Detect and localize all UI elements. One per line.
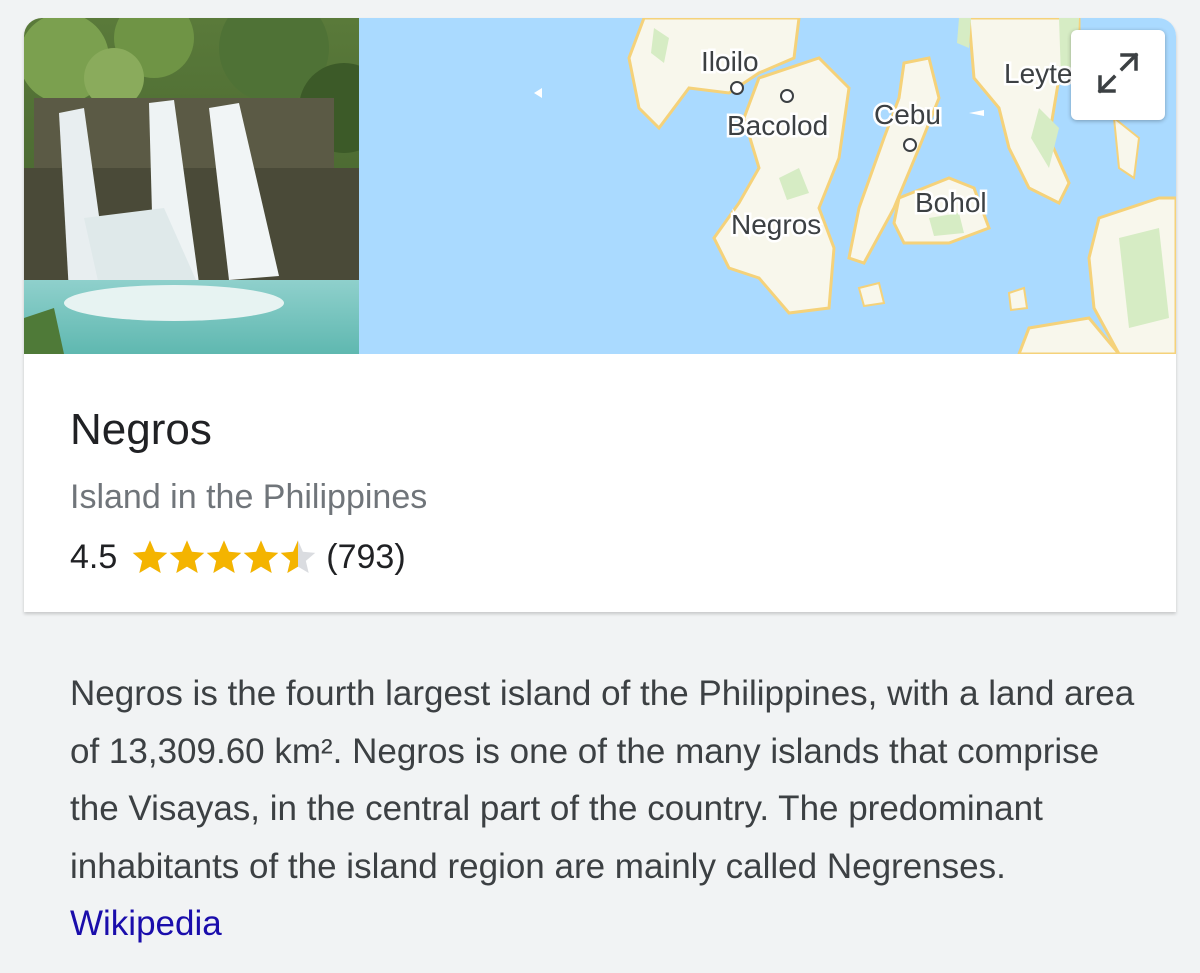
knowledge-panel-card: Iloilo Bacolod Cebu Leyte Negros Bohol N… xyxy=(24,18,1176,612)
map-thumbnail[interactable]: Iloilo Bacolod Cebu Leyte Negros Bohol xyxy=(359,18,1176,354)
place-description: Negros is the fourth largest island of t… xyxy=(70,665,1150,953)
map-label-cebu: Cebu xyxy=(874,99,941,130)
star-icon xyxy=(170,540,205,574)
place-title: Negros xyxy=(70,405,212,454)
rating-value: 4.5 xyxy=(70,537,118,576)
wikipedia-link[interactable]: Wikipedia xyxy=(70,904,222,943)
description-text: Negros is the fourth largest island of t… xyxy=(70,674,1135,886)
rating-row[interactable]: 4.5 (793) xyxy=(70,533,406,581)
star-icon xyxy=(133,540,168,574)
star-icon xyxy=(207,540,242,574)
waterfall-photo[interactable] xyxy=(24,18,359,354)
map-label-iloilo: Iloilo xyxy=(701,46,759,77)
star-icon xyxy=(244,540,279,574)
rating-stars xyxy=(131,538,316,576)
star-icon xyxy=(281,540,316,574)
expand-map-button[interactable] xyxy=(1071,30,1165,120)
map-label-leyte: Leyte xyxy=(1004,58,1073,89)
review-count: (793) xyxy=(326,537,406,576)
map-label-negros: Negros xyxy=(731,209,821,240)
place-subtitle: Island in the Philippines xyxy=(70,478,428,516)
expand-icon xyxy=(1092,47,1144,104)
map-label-bohol: Bohol xyxy=(915,187,987,218)
map-label-bacolod: Bacolod xyxy=(727,110,828,141)
